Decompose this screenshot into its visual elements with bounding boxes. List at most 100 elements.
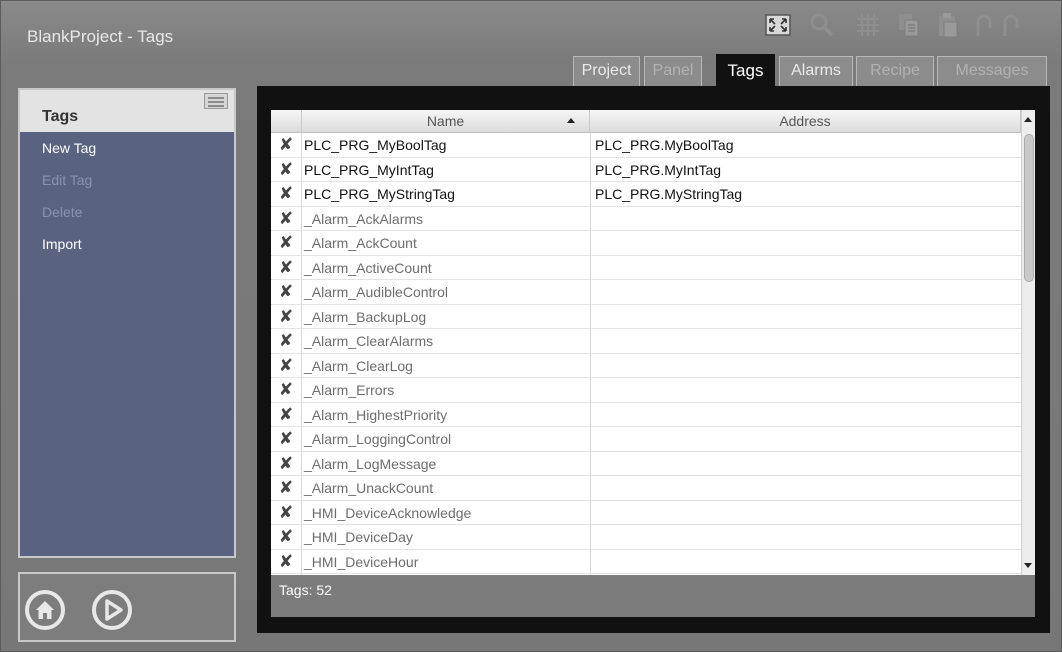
table-row[interactable]: ✘ _Alarm_LoggingControl bbox=[271, 427, 1021, 452]
sidebar-item-new-tag[interactable]: New Tag bbox=[42, 140, 96, 156]
table-row[interactable]: ✘ _Alarm_ActiveCount bbox=[271, 255, 1021, 280]
copy-icon[interactable] bbox=[894, 10, 924, 40]
table-row[interactable]: ✘ _Alarm_ClearLog bbox=[271, 353, 1021, 378]
header-name[interactable]: Name bbox=[302, 110, 590, 132]
delete-tag-icon[interactable]: ✘ bbox=[271, 280, 301, 304]
tag-name-cell[interactable]: _Alarm_ActiveCount bbox=[302, 256, 588, 280]
delete-tag-icon[interactable]: ✘ bbox=[271, 231, 301, 255]
tab-panel[interactable]: Panel bbox=[644, 56, 702, 86]
tag-address-cell[interactable] bbox=[590, 378, 1021, 402]
tag-address-cell[interactable] bbox=[590, 427, 1021, 451]
delete-tag-icon[interactable]: ✘ bbox=[271, 207, 301, 231]
tag-address-cell[interactable] bbox=[590, 402, 1021, 426]
paste-icon[interactable] bbox=[933, 10, 963, 40]
tag-name-cell[interactable]: _Alarm_AckAlarms bbox=[302, 207, 588, 231]
tag-address-cell[interactable] bbox=[590, 525, 1021, 549]
delete-tag-icon[interactable]: ✘ bbox=[271, 550, 301, 574]
tag-name-cell[interactable]: PLC_PRG_MyStringTag bbox=[302, 182, 588, 206]
tag-address-cell[interactable] bbox=[590, 304, 1021, 328]
delete-tag-icon[interactable]: ✘ bbox=[271, 452, 301, 476]
table-row[interactable]: ✘ PLC_PRG_MyIntTag PLC_PRG.MyIntTag bbox=[271, 157, 1021, 182]
delete-tag-icon[interactable]: ✘ bbox=[271, 378, 301, 402]
table-row[interactable]: ✘ _Alarm_AckAlarms bbox=[271, 206, 1021, 231]
tag-address-cell[interactable] bbox=[590, 476, 1021, 500]
table-row[interactable]: ✘ _Alarm_UnackCount bbox=[271, 476, 1021, 501]
tag-name-cell[interactable]: _HMI_DeviceDay bbox=[302, 525, 588, 549]
tag-address-cell[interactable]: PLC_PRG.MyBoolTag bbox=[590, 133, 1021, 157]
delete-tag-icon[interactable]: ✘ bbox=[271, 256, 301, 280]
table-row[interactable]: ✘ _HMI_DeviceDay bbox=[271, 525, 1021, 550]
header-address[interactable]: Address bbox=[590, 110, 1021, 132]
tag-address-cell[interactable] bbox=[590, 500, 1021, 524]
tag-address-cell[interactable] bbox=[590, 255, 1021, 279]
delete-tag-icon[interactable]: ✘ bbox=[271, 403, 301, 427]
tag-name-cell[interactable]: _Alarm_HighestPriority bbox=[302, 403, 588, 427]
table-row[interactable]: ✘ _Alarm_HighestPriority bbox=[271, 402, 1021, 427]
fullscreen-icon[interactable] bbox=[763, 10, 793, 40]
delete-tag-icon[interactable]: ✘ bbox=[271, 329, 301, 353]
sidebar-item-delete[interactable]: Delete bbox=[42, 204, 82, 220]
delete-tag-icon[interactable]: ✘ bbox=[271, 476, 301, 500]
tab-alarms[interactable]: Alarms bbox=[779, 56, 853, 86]
delete-tag-icon[interactable]: ✘ bbox=[271, 182, 301, 206]
undo-icon[interactable] bbox=[968, 10, 998, 40]
vertical-scrollbar[interactable] bbox=[1021, 110, 1035, 575]
delete-tag-icon[interactable]: ✘ bbox=[271, 501, 301, 525]
table-row[interactable]: ✘ _Alarm_ClearAlarms bbox=[271, 329, 1021, 354]
tag-address-cell[interactable] bbox=[590, 231, 1021, 255]
redo-icon[interactable] bbox=[995, 10, 1025, 40]
tag-name-cell[interactable]: _HMI_DeviceHour bbox=[302, 550, 588, 574]
tag-name-cell[interactable]: _Alarm_BackupLog bbox=[302, 305, 588, 329]
scroll-up-icon[interactable] bbox=[1024, 117, 1032, 122]
sidebar-item-edit-tag[interactable]: Edit Tag bbox=[42, 172, 92, 188]
table-row[interactable]: ✘ _HMI_DeviceAcknowledge bbox=[271, 500, 1021, 525]
table-row[interactable]: ✘ PLC_PRG_MyStringTag PLC_PRG.MyStringTag bbox=[271, 182, 1021, 207]
tag-name-cell[interactable]: _Alarm_AudibleControl bbox=[302, 280, 588, 304]
tag-address-cell[interactable] bbox=[590, 206, 1021, 230]
table-row[interactable]: ✘ _Alarm_AckCount bbox=[271, 231, 1021, 256]
table-row[interactable]: ✘ PLC_PRG_MyBoolTag PLC_PRG.MyBoolTag bbox=[271, 133, 1021, 158]
tag-address-cell[interactable]: PLC_PRG.MyStringTag bbox=[590, 182, 1021, 206]
tag-address-cell[interactable] bbox=[590, 280, 1021, 304]
list-view-icon[interactable] bbox=[204, 93, 228, 109]
scroll-thumb[interactable] bbox=[1024, 134, 1034, 282]
tab-tags[interactable]: Tags bbox=[716, 54, 775, 86]
sidebar-item-import[interactable]: Import bbox=[42, 236, 82, 252]
play-icon[interactable] bbox=[91, 589, 133, 631]
tag-name-cell[interactable]: _Alarm_LoggingControl bbox=[302, 427, 588, 451]
table-row[interactable]: ✘ _Alarm_BackupLog bbox=[271, 304, 1021, 329]
grid-icon[interactable] bbox=[853, 10, 883, 40]
delete-tag-icon[interactable]: ✘ bbox=[271, 525, 301, 549]
table-row[interactable]: ✘ _Alarm_LogMessage bbox=[271, 451, 1021, 476]
tag-name-cell[interactable]: _HMI_DeviceAcknowledge bbox=[302, 501, 588, 525]
tag-address-cell[interactable] bbox=[590, 451, 1021, 475]
delete-tag-icon[interactable]: ✘ bbox=[271, 158, 301, 182]
tags-table: Name Address ✘ PLC_PRG_MyBoolTag PLC_PRG.M… bbox=[271, 110, 1035, 575]
home-icon[interactable] bbox=[24, 589, 66, 631]
tag-name-cell[interactable]: PLC_PRG_MyIntTag bbox=[302, 158, 588, 182]
delete-tag-icon[interactable]: ✘ bbox=[271, 427, 301, 451]
tag-address-cell[interactable] bbox=[590, 549, 1021, 573]
tag-address-cell[interactable] bbox=[590, 329, 1021, 353]
tag-name-cell[interactable]: _Alarm_AckCount bbox=[302, 231, 588, 255]
table-row[interactable]: ✘ _Alarm_Errors bbox=[271, 378, 1021, 403]
tab-recipe[interactable]: Recipe bbox=[856, 56, 934, 86]
tag-name-cell[interactable]: _Alarm_UnackCount bbox=[302, 476, 588, 500]
tab-messages[interactable]: Messages bbox=[937, 56, 1047, 86]
sidebar-title: Tags bbox=[42, 108, 79, 125]
tag-address-cell[interactable]: PLC_PRG.MyIntTag bbox=[590, 157, 1021, 181]
tag-address-cell[interactable] bbox=[590, 353, 1021, 377]
tag-name-cell[interactable]: PLC_PRG_MyBoolTag bbox=[302, 133, 588, 157]
delete-tag-icon[interactable]: ✘ bbox=[271, 354, 301, 378]
tag-name-cell[interactable]: _Alarm_ClearAlarms bbox=[302, 329, 588, 353]
tag-name-cell[interactable]: _Alarm_Errors bbox=[302, 378, 588, 402]
tag-name-cell[interactable]: _Alarm_LogMessage bbox=[302, 452, 588, 476]
zoom-icon[interactable] bbox=[807, 10, 837, 40]
table-row[interactable]: ✘ _Alarm_AudibleControl bbox=[271, 280, 1021, 305]
tab-project[interactable]: Project bbox=[573, 56, 640, 86]
scroll-down-icon[interactable] bbox=[1024, 563, 1032, 568]
delete-tag-icon[interactable]: ✘ bbox=[271, 133, 301, 157]
table-row[interactable]: ✘ _HMI_DeviceHour bbox=[271, 549, 1021, 574]
delete-tag-icon[interactable]: ✘ bbox=[271, 305, 301, 329]
tag-name-cell[interactable]: _Alarm_ClearLog bbox=[302, 354, 588, 378]
